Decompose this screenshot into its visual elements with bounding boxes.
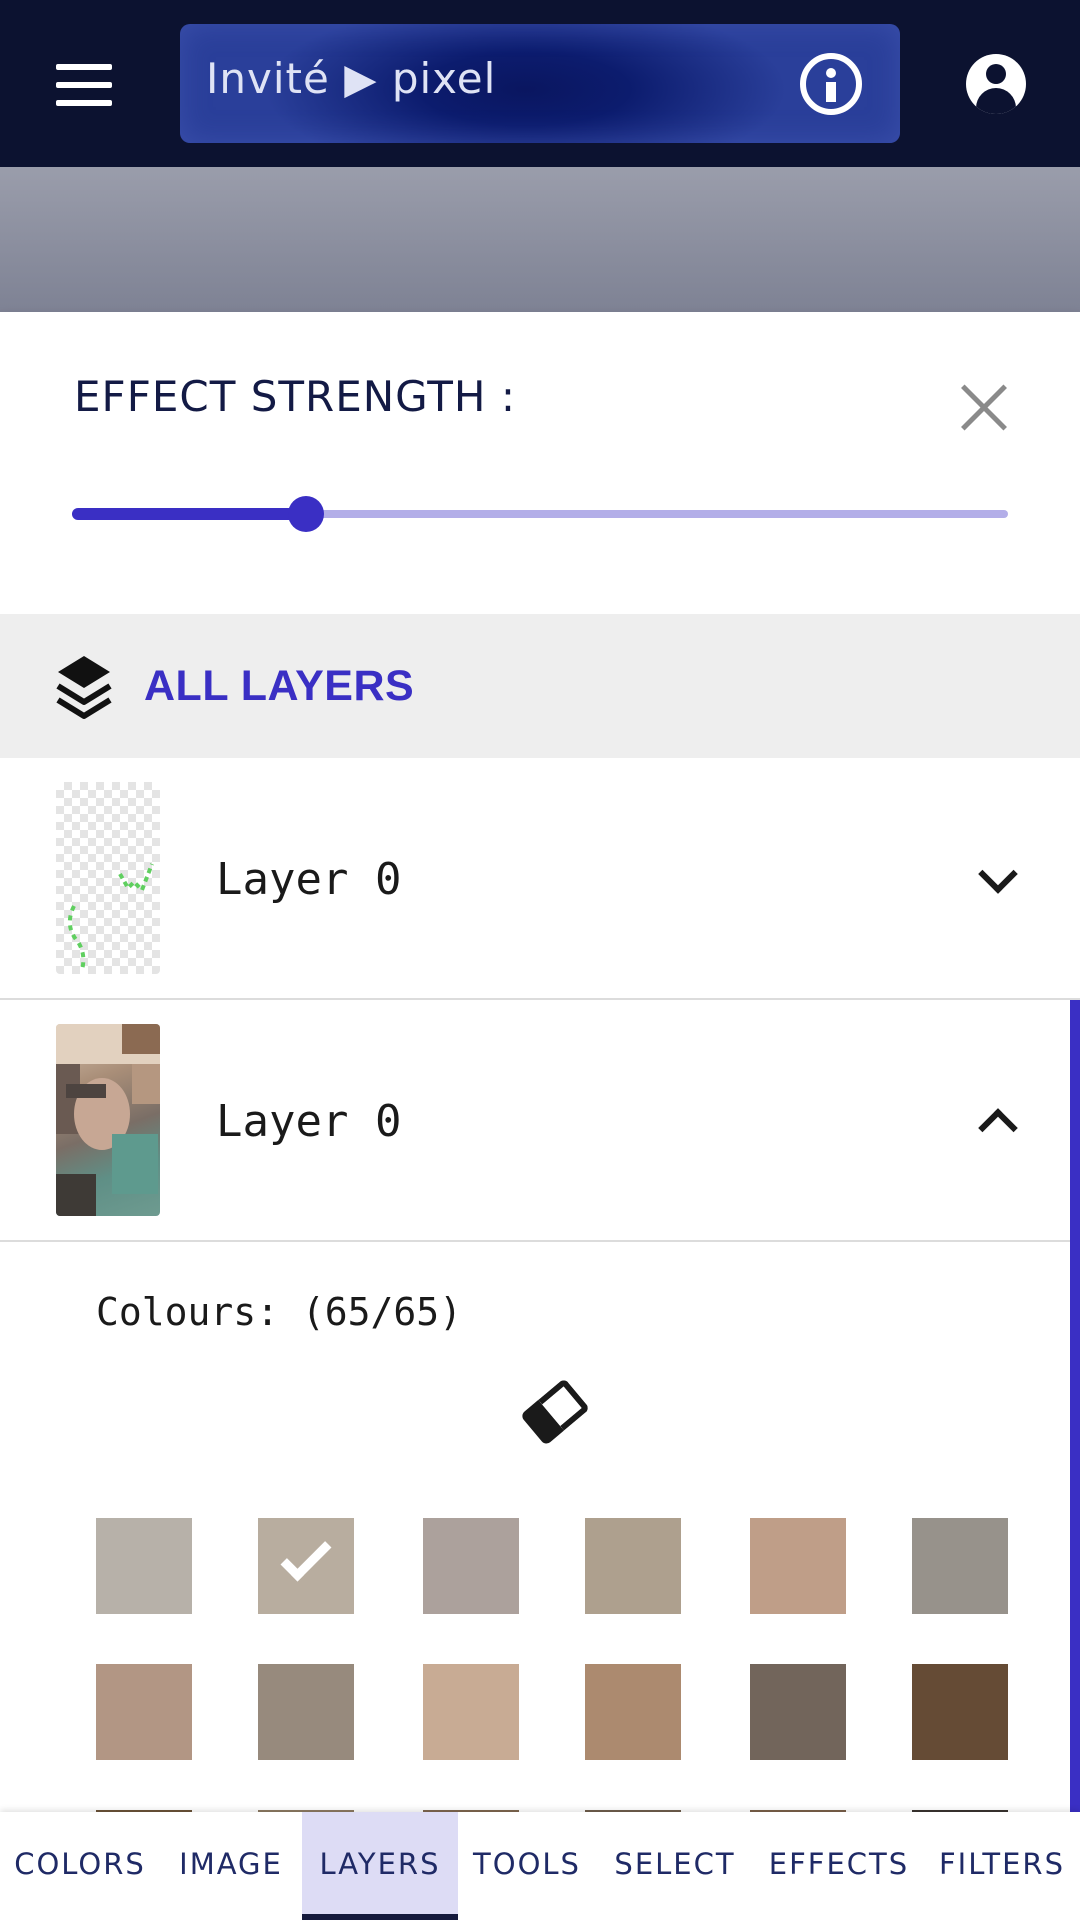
color-swatch[interactable] xyxy=(912,1518,1008,1614)
breadcrumb[interactable]: Invité ▶ pixel xyxy=(180,24,900,143)
color-swatch[interactable] xyxy=(258,1518,354,1614)
menu-line xyxy=(56,64,112,70)
color-swatch[interactable] xyxy=(423,1664,519,1760)
tab-select[interactable]: SELECT xyxy=(596,1812,754,1920)
layer-row[interactable]: Layer 0 xyxy=(0,758,1080,1000)
tab-image[interactable]: IMAGE xyxy=(160,1812,302,1920)
color-swatch[interactable] xyxy=(258,1664,354,1760)
color-swatch[interactable] xyxy=(585,1518,681,1614)
active-layer-indicator xyxy=(1070,1000,1080,1812)
menu-line xyxy=(56,82,112,88)
tab-filters[interactable]: FILTERS xyxy=(924,1812,1080,1920)
close-icon[interactable] xyxy=(960,384,1008,432)
account-body xyxy=(976,88,1016,114)
effect-strength-title: EFFECT STRENGTH : xyxy=(74,372,516,421)
tab-effects[interactable]: EFFECTS xyxy=(754,1812,924,1920)
tab-layers[interactable]: LAYERS xyxy=(302,1812,458,1920)
color-swatch[interactable] xyxy=(750,1664,846,1760)
color-swatch[interactable] xyxy=(423,1518,519,1614)
eraser-icon[interactable] xyxy=(519,1378,591,1446)
slider-fill xyxy=(72,508,306,520)
hamburger-menu-icon[interactable] xyxy=(56,64,112,106)
color-swatch[interactable] xyxy=(96,1664,192,1760)
effect-strength-panel: EFFECT STRENGTH : xyxy=(0,312,1080,614)
account-head xyxy=(986,64,1006,84)
layer-thumbnail-marks xyxy=(67,863,154,971)
chevron-up-icon[interactable] xyxy=(978,1106,1014,1142)
bottom-tab-bar: COLORS IMAGE LAYERS TOOLS SELECT EFFECTS… xyxy=(0,1812,1080,1920)
info-icon[interactable] xyxy=(800,53,862,115)
effect-strength-slider[interactable] xyxy=(72,496,1008,532)
color-swatch[interactable] xyxy=(585,1664,681,1760)
color-swatch[interactable] xyxy=(912,1664,1008,1760)
slider-thumb[interactable] xyxy=(288,496,324,532)
account-circle-icon[interactable] xyxy=(966,54,1026,114)
tab-tools[interactable]: TOOLS xyxy=(458,1812,596,1920)
layer-thumbnail xyxy=(56,1024,160,1216)
layer-row[interactable]: Layer 0 xyxy=(0,1000,1080,1242)
chevron-down-icon[interactable] xyxy=(978,864,1014,900)
info-icon-dot xyxy=(826,68,836,78)
layer-thumbnail-image xyxy=(56,1024,160,1216)
layer-name: Layer 0 xyxy=(216,854,402,905)
menu-line xyxy=(56,100,112,106)
all-layers-label: ALL LAYERS xyxy=(144,662,415,710)
layers-icon xyxy=(56,656,112,719)
layer-palette: Colours: (65/65) xyxy=(0,1244,1070,1812)
tab-colors[interactable]: COLORS xyxy=(0,1812,160,1920)
color-swatch[interactable] xyxy=(750,1518,846,1614)
all-layers-header[interactable]: ALL LAYERS xyxy=(0,614,1080,758)
check-icon xyxy=(280,1530,332,1582)
canvas-preview[interactable] xyxy=(0,167,1080,312)
colours-count-label: Colours: (65/65) xyxy=(96,1290,463,1334)
info-icon-bar xyxy=(826,82,836,102)
layer-thumbnail xyxy=(56,782,160,974)
color-swatch[interactable] xyxy=(96,1518,192,1614)
top-app-bar: Invité ▶ pixel xyxy=(0,0,1080,167)
layer-name: Layer 0 xyxy=(216,1096,402,1147)
breadcrumb-text: Invité ▶ pixel xyxy=(206,54,497,103)
